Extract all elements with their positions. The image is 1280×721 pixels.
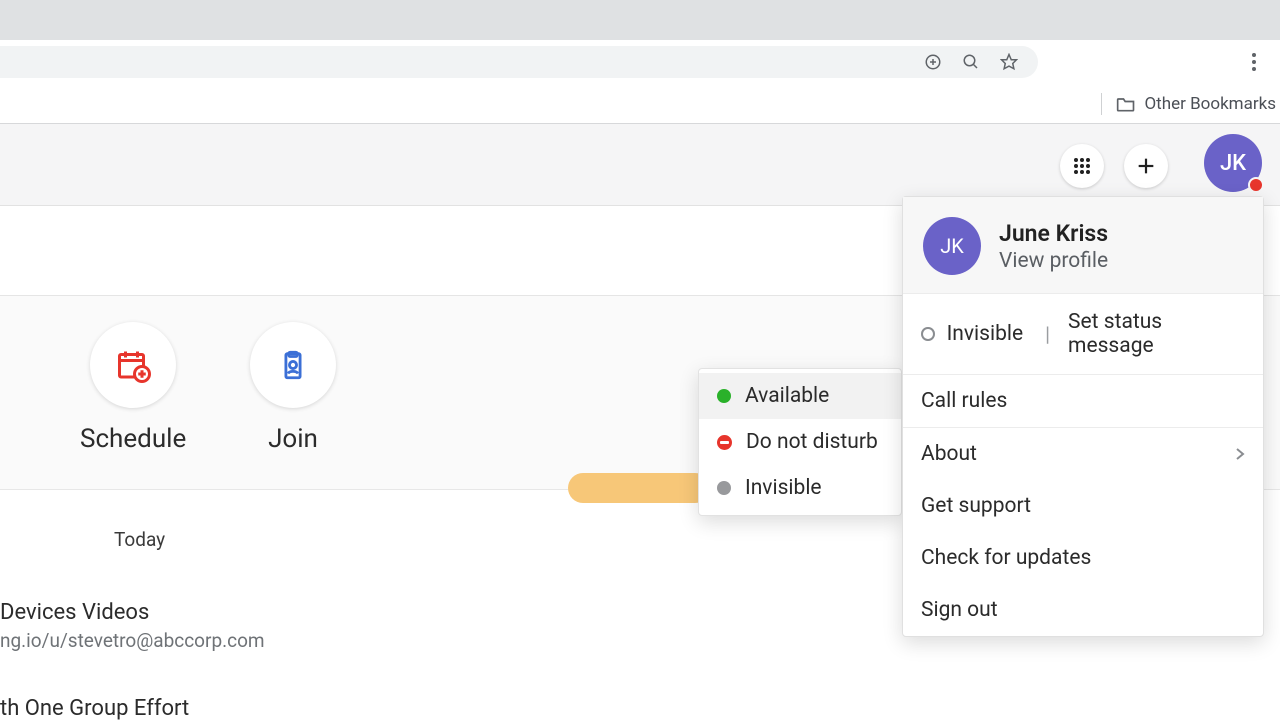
highlight-pill (568, 473, 710, 503)
profile-menu-avatar: JK (923, 217, 981, 275)
list-item-title: Devices Videos (0, 600, 265, 625)
join-icon (276, 348, 310, 382)
zoom-icon[interactable] (962, 53, 980, 71)
calendar-plus-icon (115, 347, 151, 383)
status-option-invisible[interactable]: Invisible (699, 465, 901, 511)
separator: | (1045, 322, 1050, 346)
star-icon[interactable] (1000, 53, 1018, 71)
list-item[interactable]: th One Group Effort (0, 696, 189, 721)
folder-icon (1116, 95, 1136, 113)
status-option-label: Do not disturb (746, 430, 878, 454)
schedule-action[interactable]: Schedule (80, 322, 186, 454)
profile-menu: JK June Kriss View profile Invisible | S… (902, 196, 1264, 637)
menu-item-label: Check for updates (921, 546, 1091, 570)
menu-item-check-updates[interactable]: Check for updates (903, 532, 1263, 584)
list-item-subtitle: ng.io/u/stevetro@abccorp.com (0, 629, 265, 652)
list-item[interactable]: Devices Videos ng.io/u/stevetro@abccorp.… (0, 600, 265, 652)
status-submenu: Available Do not disturb Invisible (698, 368, 902, 516)
browser-address-row (0, 40, 1280, 84)
list-item-title: th One Group Effort (0, 696, 189, 721)
new-button[interactable] (1124, 144, 1168, 188)
other-bookmarks-label[interactable]: Other Bookmarks (1144, 94, 1276, 114)
menu-item-label: About (921, 442, 977, 466)
profile-status-row: Invisible | Set status message (903, 294, 1263, 375)
schedule-label: Schedule (80, 424, 186, 454)
menu-item-get-support[interactable]: Get support (903, 480, 1263, 532)
chevron-right-icon (1235, 447, 1245, 461)
status-option-dnd[interactable]: Do not disturb (699, 419, 901, 465)
app-header: JK (0, 124, 1280, 206)
status-dot-dnd-icon (717, 435, 732, 450)
join-action[interactable]: Join (250, 322, 336, 454)
menu-item-label: Call rules (921, 389, 1007, 413)
menu-item-label: Get support (921, 494, 1031, 518)
profile-menu-header[interactable]: JK June Kriss View profile (903, 197, 1263, 294)
browser-menu-icon[interactable] (1240, 40, 1268, 84)
current-status-label[interactable]: Invisible (947, 322, 1024, 346)
status-option-label: Invisible (745, 476, 822, 500)
menu-item-sign-out[interactable]: Sign out (903, 584, 1263, 636)
status-dot-invisible-icon (717, 481, 731, 495)
profile-avatar-button[interactable]: JK (1204, 134, 1262, 192)
menu-item-label: Sign out (921, 598, 998, 622)
status-dot-available-icon (717, 389, 731, 403)
status-option-label: Available (745, 384, 829, 408)
menu-item-call-rules[interactable]: Call rules (903, 375, 1263, 427)
profile-name: June Kriss (999, 220, 1108, 247)
join-label: Join (250, 424, 336, 454)
status-indicator-icon (921, 327, 935, 341)
view-profile-link[interactable]: View profile (999, 249, 1108, 273)
add-page-icon[interactable] (924, 53, 942, 71)
today-heading: Today (114, 528, 165, 551)
avatar-initials: JK (1220, 151, 1246, 176)
avatar-initials: JK (940, 234, 964, 258)
address-bar[interactable] (0, 46, 1038, 78)
presence-dot-busy (1248, 177, 1264, 193)
bookmarks-separator (1101, 93, 1102, 115)
set-status-message[interactable]: Set status message (1068, 310, 1245, 358)
menu-item-about[interactable]: About (903, 428, 1263, 480)
dialpad-button[interactable] (1060, 144, 1104, 188)
bookmarks-bar: Other Bookmarks (0, 84, 1280, 124)
status-option-available[interactable]: Available (699, 373, 901, 419)
browser-tabstrip (0, 0, 1280, 40)
